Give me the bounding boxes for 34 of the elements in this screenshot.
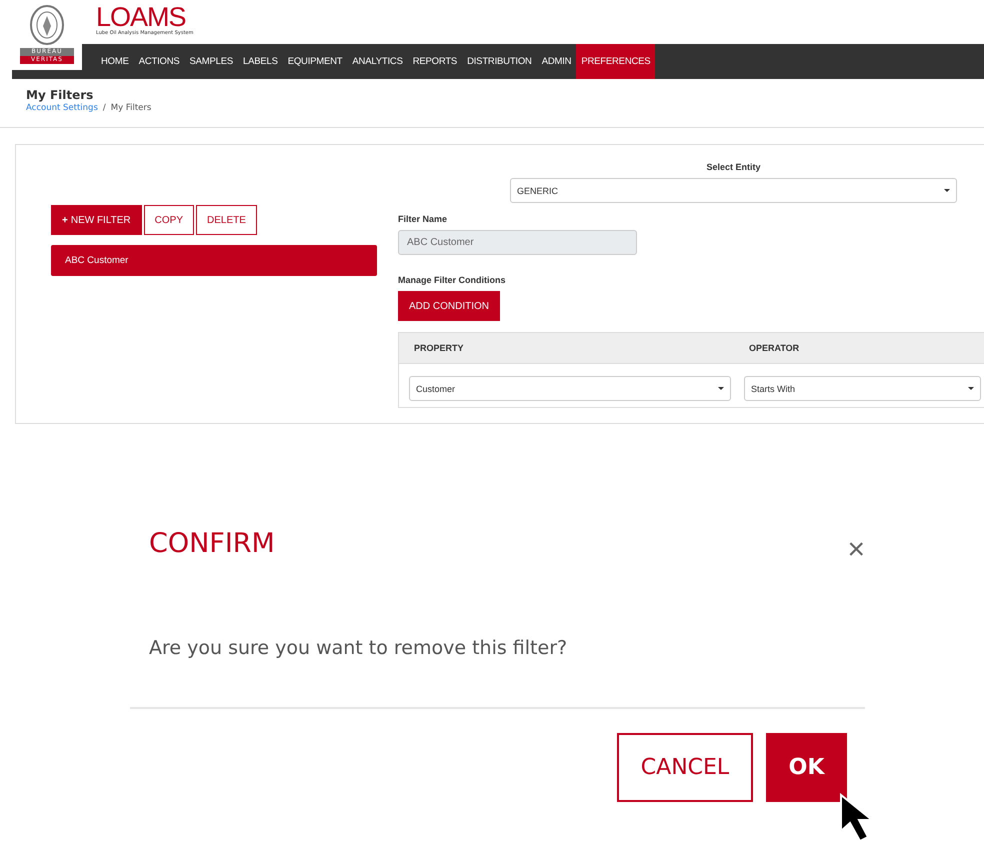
- ok-button[interactable]: OK: [766, 733, 847, 802]
- column-header: PROPERTY: [413, 343, 465, 353]
- dialog-message: Are you sure you want to remove this filter?: [148, 636, 568, 659]
- property-select[interactable]: Customer: [409, 376, 731, 401]
- seal-icon: [29, 4, 65, 46]
- nav-item[interactable]: SAMPLES: [184, 44, 238, 79]
- entity-select[interactable]: GENERIC: [510, 178, 957, 203]
- copy-button[interactable]: COPY: [144, 205, 194, 235]
- breadcrumb-separator: /: [102, 103, 106, 113]
- dialog-title: CONFIRM: [149, 528, 275, 558]
- breadcrumb-current: My Filters: [110, 103, 152, 113]
- page-title: My Filters: [26, 88, 94, 102]
- nav-item[interactable]: ANALYTICS: [347, 44, 408, 79]
- delete-button[interactable]: DELETE: [196, 205, 257, 235]
- conditions-label: Manage Filter Conditions: [398, 275, 507, 285]
- nav-item[interactable]: EQUIPMENT: [282, 44, 348, 79]
- close-button[interactable]: ×: [847, 535, 865, 565]
- nav-item[interactable]: ADMIN: [536, 44, 576, 79]
- add-condition-button[interactable]: ADD CONDITION: [398, 291, 500, 321]
- column-header: OPERATOR: [748, 343, 800, 353]
- nav-item[interactable]: HOME: [96, 44, 134, 79]
- nav-item[interactable]: DISTRIBUTION: [462, 44, 537, 79]
- filter-list-item[interactable]: ABC Customer: [51, 245, 377, 276]
- breadcrumb-link[interactable]: Account Settings: [26, 103, 98, 113]
- operator-select[interactable]: Starts With: [744, 376, 981, 401]
- nav-item[interactable]: LABELS: [238, 44, 283, 79]
- new-filter-button[interactable]: + NEW FILTER: [51, 205, 142, 235]
- nav-item[interactable]: ACTIONS: [134, 44, 185, 79]
- cancel-button[interactable]: CANCEL: [617, 733, 753, 802]
- filter-name-label: Filter Name: [398, 214, 448, 224]
- app-logo: LOAMS: [96, 4, 186, 30]
- nav-item[interactable]: REPORTS: [408, 44, 462, 79]
- nav-item[interactable]: PREFERENCES: [576, 44, 656, 79]
- select-entity-label: Select Entity: [706, 162, 761, 172]
